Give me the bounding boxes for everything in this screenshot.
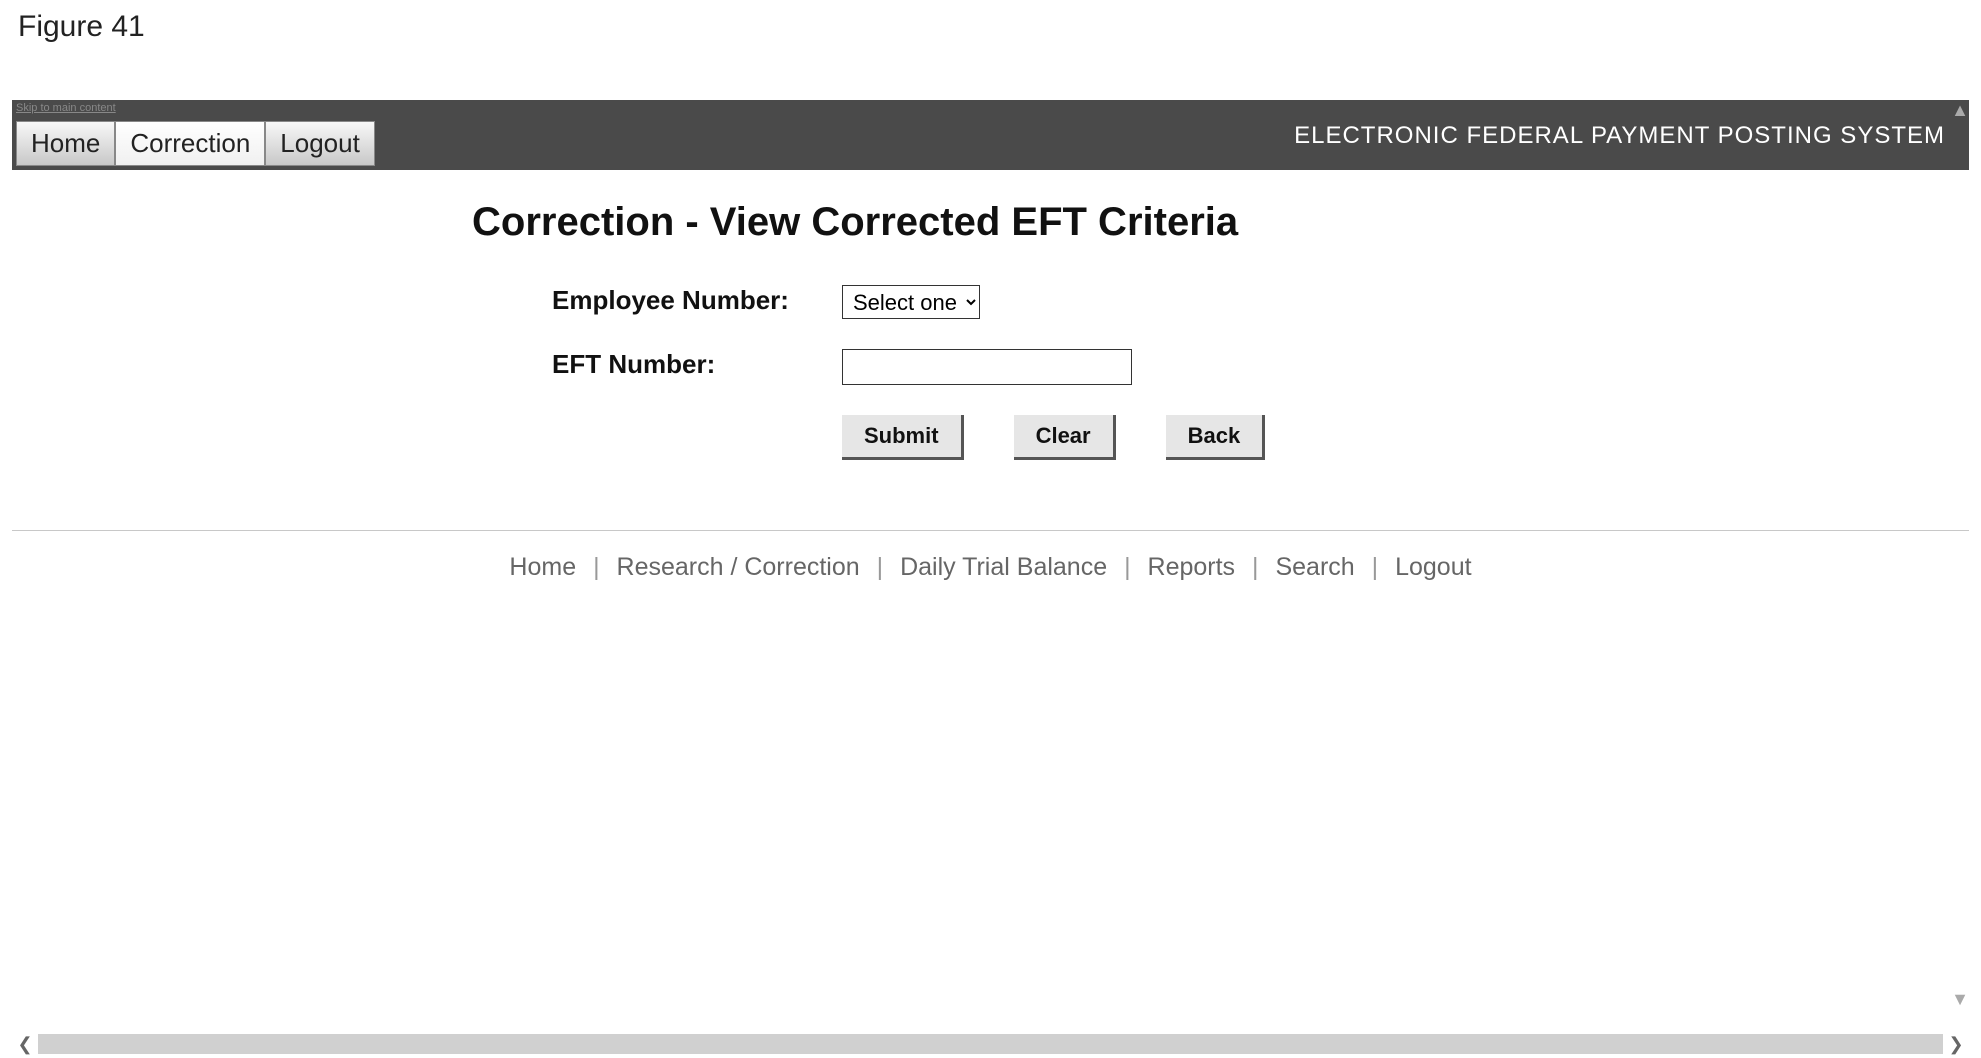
- eft-number-label: EFT Number:: [552, 349, 842, 380]
- button-row: Submit Clear Back: [842, 415, 1969, 460]
- employee-number-select[interactable]: Select one: [842, 285, 980, 319]
- footer-link-search[interactable]: Search: [1271, 553, 1358, 581]
- footer-links: Home | Research / Correction | Daily Tri…: [12, 553, 1969, 582]
- horizontal-scrollbar[interactable]: ❮ ❯: [12, 1032, 1969, 1056]
- system-title: ELECTRONIC FEDERAL PAYMENT POSTING SYSTE…: [1294, 122, 1945, 150]
- footer-separator: |: [1246, 553, 1265, 581]
- app-viewport: Skip to main content Home Correction Log…: [12, 100, 1969, 1028]
- criteria-form: Employee Number: Select one EFT Number:: [552, 285, 1969, 385]
- skip-to-main-link[interactable]: Skip to main content: [16, 102, 116, 114]
- employee-number-label: Employee Number:: [552, 285, 842, 316]
- tab-logout[interactable]: Logout: [265, 121, 375, 166]
- scroll-down-icon[interactable]: ▼: [1951, 989, 1969, 1010]
- footer-separator: |: [1366, 553, 1385, 581]
- footer-divider: [12, 530, 1969, 531]
- content-area: Correction - View Corrected EFT Criteria…: [12, 170, 1969, 582]
- tab-home[interactable]: Home: [16, 121, 115, 166]
- nav-tabs: Home Correction Logout: [16, 121, 375, 166]
- scroll-left-icon[interactable]: ❮: [12, 1034, 38, 1055]
- footer-link-daily-trial-balance[interactable]: Daily Trial Balance: [896, 553, 1111, 581]
- footer-separator: |: [587, 553, 606, 581]
- header-bar: Skip to main content Home Correction Log…: [12, 100, 1969, 170]
- scrollbar-track[interactable]: [38, 1034, 1943, 1054]
- scroll-up-icon[interactable]: ▲: [1951, 100, 1969, 121]
- page-title: Correction - View Corrected EFT Criteria: [472, 200, 1969, 245]
- back-button[interactable]: Back: [1166, 415, 1266, 460]
- eft-number-row: EFT Number:: [552, 349, 1969, 385]
- submit-button[interactable]: Submit: [842, 415, 964, 460]
- tab-correction[interactable]: Correction: [115, 121, 265, 166]
- figure-label: Figure 41: [0, 0, 1981, 54]
- clear-button[interactable]: Clear: [1014, 415, 1116, 460]
- footer-link-reports[interactable]: Reports: [1144, 553, 1240, 581]
- employee-number-row: Employee Number: Select one: [552, 285, 1969, 319]
- footer-separator: |: [1118, 553, 1137, 581]
- footer-link-home[interactable]: Home: [505, 553, 580, 581]
- footer-link-research-correction[interactable]: Research / Correction: [613, 553, 864, 581]
- footer-link-logout[interactable]: Logout: [1391, 553, 1475, 581]
- footer-separator: |: [871, 553, 890, 581]
- eft-number-input[interactable]: [842, 349, 1132, 385]
- scroll-right-icon[interactable]: ❯: [1943, 1034, 1969, 1055]
